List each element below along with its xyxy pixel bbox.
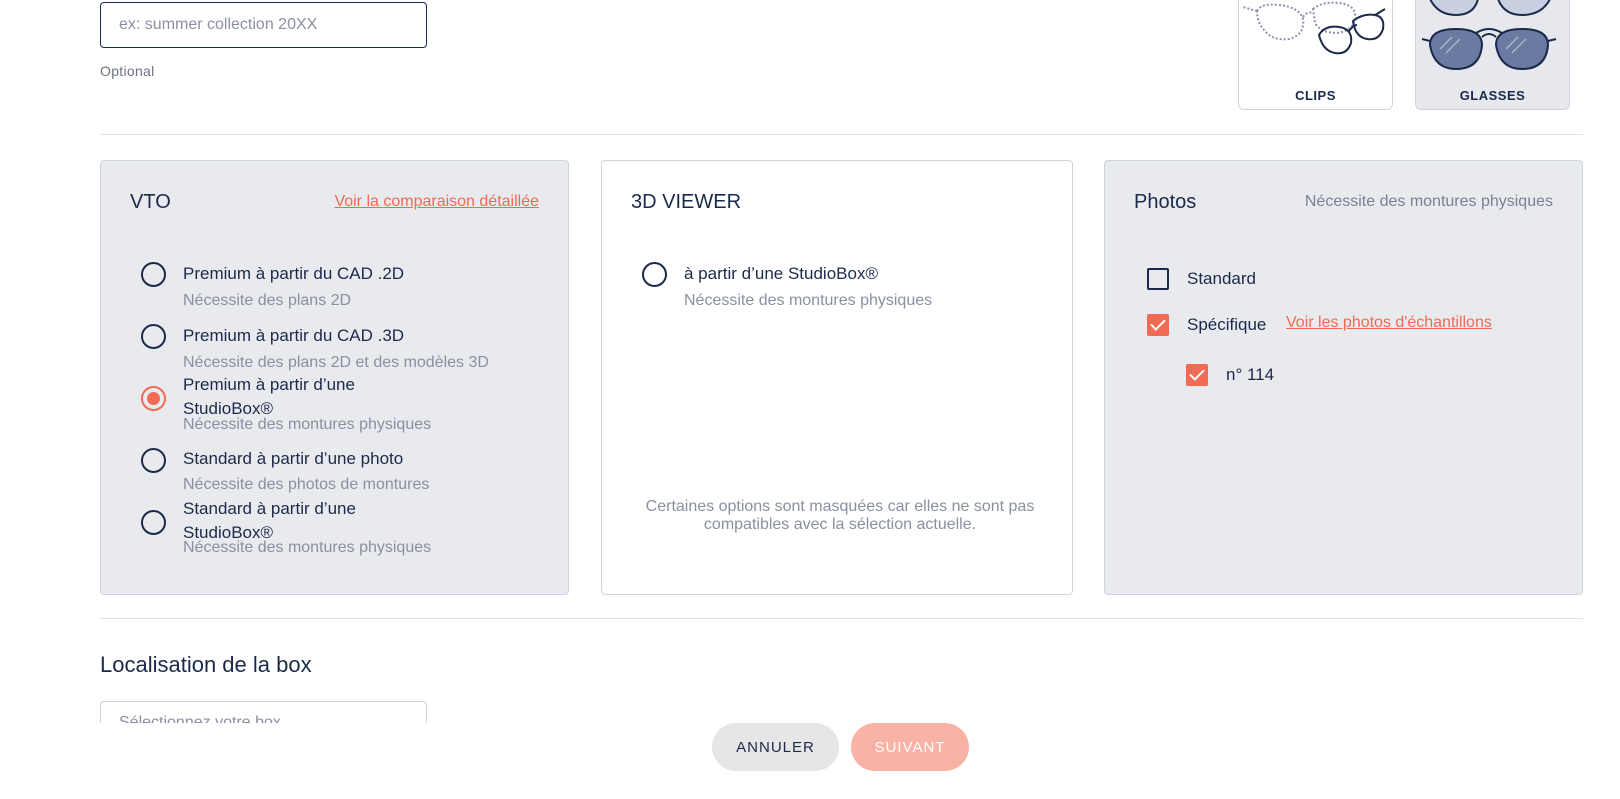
optional-hint: Optional — [100, 63, 155, 79]
vto-option-cad2d-radio[interactable] — [141, 262, 166, 287]
vto-option-sub: Nécessite des montures physiques — [183, 416, 432, 433]
hidden-options-note: Certaines options sont masquées car elle… — [645, 498, 1035, 533]
viewer3d-option-label: à partir d’une StudioBox® — [684, 264, 878, 283]
vto-option-photo-radio[interactable] — [141, 448, 166, 473]
sample-114-label: n° 114 — [1226, 365, 1275, 384]
vto-option-label: Premium à partir du CAD .3D — [183, 326, 405, 345]
box-location-select[interactable]: Sélectionnez votre box — [100, 701, 427, 723]
vto-option-label: Standard à partir d’une photo — [183, 449, 404, 468]
viewer3d-panel: 3D VIEWER à partir d’une StudioBox® Néce… — [601, 160, 1073, 595]
vto-panel: VTO Voir la comparaison détaillée Premiu… — [100, 160, 569, 595]
viewer3d-option-sub: Nécessite des montures physiques — [684, 292, 933, 309]
sample-photos-link[interactable]: Voir les photos d'échantillons — [1286, 314, 1492, 332]
vto-option-label: Premium à partir d’une StudioBox® — [183, 375, 355, 418]
box-location-title: Localisation de la box — [100, 652, 312, 677]
vto-title: VTO — [130, 191, 171, 213]
photos-requirement-note: Nécessite des montures physiques — [1304, 193, 1553, 210]
detailed-comparison-link[interactable]: Voir la comparaison détaillée — [334, 193, 539, 211]
vto-option-studiobox-standard-radio[interactable] — [141, 510, 166, 535]
product-type-glasses-card[interactable]: GLASSES — [1415, 0, 1570, 110]
sunglasses-icon — [1421, 0, 1557, 71]
photos-specific-checkbox[interactable] — [1147, 314, 1169, 336]
photos-title: Photos — [1134, 191, 1197, 213]
photos-specific-label: Spécifique — [1187, 315, 1267, 334]
vto-option-cad3d-radio[interactable] — [141, 324, 166, 349]
photos-standard-checkbox[interactable] — [1147, 268, 1169, 290]
sample-114-checkbox[interactable] — [1186, 364, 1208, 386]
product-type-label: GLASSES — [1459, 88, 1526, 103]
divider — [100, 134, 1583, 135]
vto-option-label: Premium à partir du CAD .2D — [183, 264, 405, 283]
cancel-button[interactable]: ANNULER — [712, 723, 839, 771]
viewer3d-title: 3D VIEWER — [631, 191, 742, 213]
collection-name-input[interactable] — [100, 2, 427, 48]
product-type-label: CLIPS — [1295, 88, 1336, 103]
next-button[interactable]: SUIVANT — [851, 723, 969, 771]
divider — [100, 618, 1583, 619]
viewer3d-studiobox-radio[interactable] — [642, 262, 667, 287]
clip-glasses-icon — [1242, 1, 1386, 55]
vto-option-sub: Nécessite des plans 2D et des modèles 3D — [183, 354, 489, 371]
product-type-clips-card[interactable]: CLIPS — [1238, 0, 1393, 110]
vto-option-studiobox-premium-radio[interactable] — [141, 386, 166, 411]
photos-panel: Photos Nécessite des montures physiques … — [1104, 160, 1583, 595]
vto-option-sub: Nécessite des plans 2D — [183, 292, 352, 309]
vto-option-sub: Nécessite des photos de montures — [183, 476, 430, 493]
photos-standard-label: Standard — [1187, 269, 1256, 288]
vto-option-sub: Nécessite des montures physiques — [183, 539, 432, 556]
